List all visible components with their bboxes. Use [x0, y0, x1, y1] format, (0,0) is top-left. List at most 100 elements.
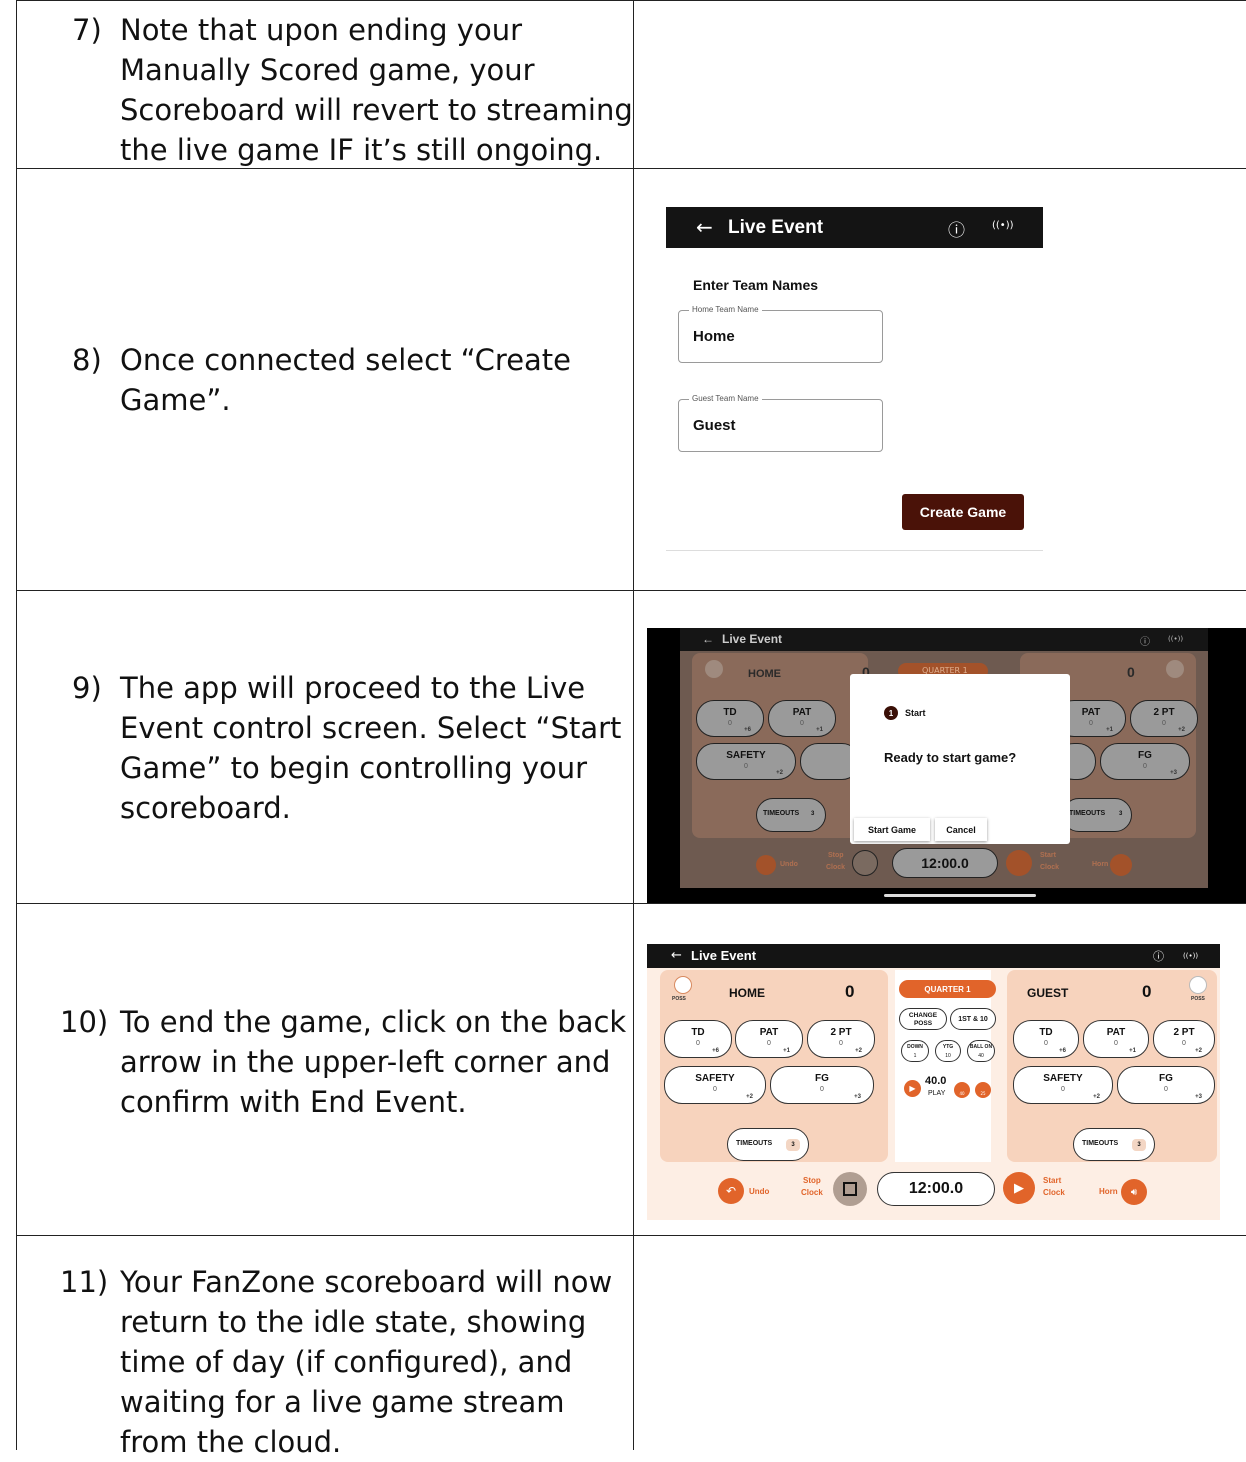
broadcast-icon[interactable]: ((•)) — [992, 220, 1014, 231]
home-team-field[interactable]: Home Team Name Home — [678, 305, 883, 363]
app-bar: ← Live Event ⓘ ((•)) — [666, 207, 1043, 248]
broadcast-icon[interactable]: ((•)) — [1168, 635, 1183, 643]
down-button[interactable]: DOWN 1 — [901, 1040, 929, 1062]
football-icon[interactable] — [705, 660, 723, 678]
football-icon[interactable] — [1166, 660, 1184, 678]
guest-team-field[interactable]: Guest Team Name Guest — [678, 394, 883, 452]
horn-label: Horn — [1092, 861, 1109, 868]
step-number: 7) — [72, 13, 102, 47]
safety-button[interactable]: SAFETY 0 +2 — [1013, 1066, 1113, 1104]
undo-icon[interactable] — [756, 855, 776, 875]
first-and-ten-button[interactable]: 1ST & 10 — [950, 1008, 996, 1030]
fg-button[interactable]: FG 0 +3 — [1117, 1066, 1215, 1104]
undo-label: Undo — [749, 1187, 770, 1196]
undo-icon[interactable]: ↶ — [718, 1178, 744, 1204]
row-divider — [16, 903, 1246, 904]
quarter-badge[interactable]: QUARTER 1 — [899, 980, 996, 998]
timeouts-button[interactable]: TIMEOUTS 3 — [1073, 1128, 1155, 1161]
step-11: 11) Your FanZone scoreboard will now ret… — [60, 1262, 638, 1462]
play-icon[interactable]: ▶ — [1003, 1172, 1035, 1204]
step-number: 10) — [60, 1005, 109, 1039]
poss-label: POSS — [1191, 996, 1205, 1002]
dialog-question: Ready to start game? — [884, 750, 1017, 765]
football-icon[interactable] — [674, 976, 692, 994]
screen-title: Live Event — [728, 217, 824, 238]
home-team-label: Home Team Name — [689, 305, 762, 314]
game-clock[interactable]: 12:00.0 — [877, 1172, 995, 1206]
timeouts-button[interactable]: TIMEOUTS 3 — [756, 798, 826, 832]
step-number: 8) — [72, 343, 102, 377]
step-10: 10) To end the game, click on the back a… — [60, 1002, 638, 1122]
pat-button[interactable]: PAT 0 +1 — [768, 700, 836, 737]
pat-button[interactable]: PAT 0 +1 — [1083, 1020, 1149, 1058]
home-team-value: Home — [693, 328, 735, 345]
timeouts-button[interactable]: TIMEOUTS 3 — [727, 1128, 809, 1161]
broadcast-icon[interactable]: ((•)) — [1183, 952, 1198, 960]
horn-icon[interactable] — [1110, 854, 1132, 876]
info-icon[interactable]: ⓘ — [1153, 948, 1164, 964]
two-pt-button[interactable]: 2 PT 0 +2 — [1130, 700, 1198, 737]
start-label: Start — [1043, 1176, 1062, 1185]
guest-score: 0 — [1142, 982, 1152, 1001]
change-poss-button[interactable]: CHANGE POSS — [899, 1008, 947, 1030]
reset-40-icon[interactable]: 40 — [954, 1082, 970, 1098]
guest-name: GUEST — [1027, 986, 1069, 1000]
start-game-screenshot: ← Live Event ⓘ ((•)) QUARTER 1 HOME 0 0 … — [647, 628, 1246, 903]
create-game-button[interactable]: Create Game — [902, 494, 1024, 530]
two-pt-button[interactable]: 2 PT 0 +2 — [1153, 1020, 1215, 1058]
reset-25-icon[interactable]: 25 — [975, 1082, 991, 1098]
fg-button[interactable]: FG 0 +3 — [1100, 743, 1190, 780]
step-text: Note that upon ending your Manually Scor… — [120, 13, 633, 167]
cancel-button[interactable]: Cancel — [935, 818, 987, 841]
timeouts-button[interactable]: TIMEOUTS 3 — [1062, 798, 1132, 832]
center-column — [895, 970, 991, 1162]
start-label-2: Clock — [1043, 1188, 1065, 1197]
back-arrow-icon[interactable]: ← — [696, 215, 713, 239]
step-badge: 1 — [884, 706, 898, 720]
td-button[interactable]: TD 0 +6 — [664, 1020, 732, 1058]
poss-label: POSS — [672, 996, 686, 1002]
step-7: 7) Note that upon ending your Manually S… — [72, 10, 638, 170]
step-label: Start — [905, 708, 926, 718]
step-text: Once connected select “Create Game”. — [120, 343, 572, 417]
safety-button[interactable]: SAFETY 0 +2 — [664, 1066, 766, 1104]
safety-button[interactable]: SAFETY 0 +2 — [696, 743, 796, 780]
home-name: HOME — [729, 986, 765, 1000]
team-names-screenshot: ← Live Event ⓘ ((•)) Enter Team Names Ho… — [666, 207, 1043, 551]
stop-clock-button[interactable] — [852, 850, 878, 876]
row-divider — [16, 590, 1246, 591]
guest-team-value: Guest — [693, 417, 736, 434]
stop-label-2: Clock — [826, 864, 846, 871]
game-clock[interactable]: 12:00.0 — [892, 848, 998, 878]
app-bar: ← Live Event ⓘ ((•)) — [680, 628, 1208, 651]
instruction-table: 7) Note that upon ending your Manually S… — [16, 0, 1246, 1459]
info-icon[interactable]: ⓘ — [948, 216, 965, 241]
td-button[interactable]: TD 0 +6 — [696, 700, 764, 737]
play-clock-play-icon[interactable]: ▶ — [904, 1080, 921, 1097]
ball-on-button[interactable]: BALL ON 40 — [967, 1040, 995, 1062]
back-arrow-icon[interactable]: ← — [671, 948, 682, 963]
stop-label: Stop — [828, 852, 844, 859]
screen-title: Live Event — [691, 948, 757, 963]
horn-icon[interactable]: 🔊︎ — [1121, 1179, 1147, 1205]
stop-clock-button[interactable] — [833, 1172, 867, 1206]
fg-button[interactable]: FG 0 +3 — [770, 1066, 874, 1104]
info-icon[interactable]: ⓘ — [1140, 633, 1150, 648]
football-icon[interactable] — [1189, 976, 1207, 994]
play-icon[interactable] — [1006, 850, 1032, 876]
start-game-button[interactable]: Start Game — [854, 818, 930, 841]
step-number: 9) — [72, 671, 102, 705]
app-bar: ← Live Event ⓘ ((•)) — [647, 944, 1220, 968]
horn-label: Horn — [1099, 1187, 1118, 1196]
start-label-2: Clock — [1040, 864, 1060, 871]
pat-button[interactable]: PAT 0 +1 — [735, 1020, 803, 1058]
play-clock-value: 40.0 — [925, 1075, 947, 1087]
stop-label-2: Clock — [801, 1188, 823, 1197]
start-dialog: 1 Start Ready to start game? Start Game … — [850, 674, 1070, 844]
home-indicator[interactable] — [884, 894, 1036, 897]
td-button[interactable]: TD 0 +6 — [1013, 1020, 1079, 1058]
table-border-left — [16, 0, 17, 1450]
ytg-button[interactable]: YTG 10 — [935, 1040, 961, 1062]
stop-label: Stop — [803, 1176, 821, 1185]
two-pt-button[interactable]: 2 PT 0 +2 — [807, 1020, 875, 1058]
